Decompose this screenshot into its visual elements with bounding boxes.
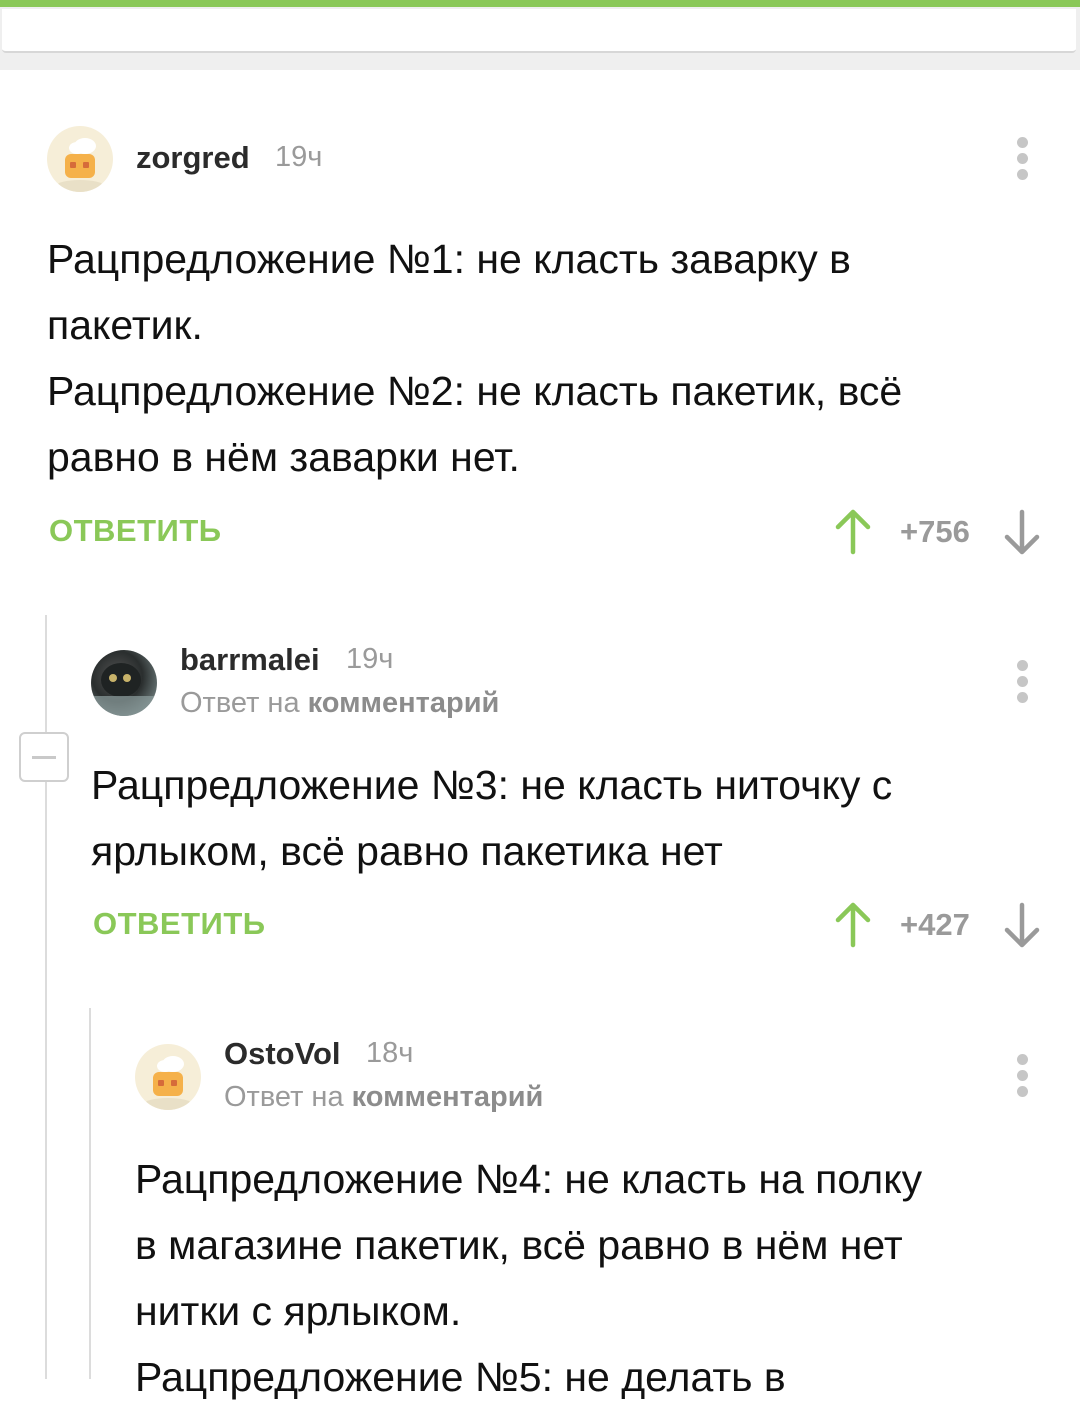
top-header-bar bbox=[0, 0, 1080, 70]
score: +427 bbox=[900, 907, 970, 942]
default-avatar-icon bbox=[144, 1056, 192, 1110]
accent-stripe bbox=[0, 0, 1080, 7]
header-card bbox=[2, 9, 1076, 53]
user-photo-avatar-icon bbox=[91, 663, 157, 716]
downvote-arrow-icon[interactable] bbox=[1002, 901, 1042, 949]
comment-text: Рацпредложение №4: не класть на полку в … bbox=[135, 1156, 923, 1400]
reply-to-prefix: Ответ на bbox=[224, 1081, 344, 1113]
comment-text: Рацпредложение №1: не класть заварку в п… bbox=[47, 236, 903, 480]
avatar[interactable] bbox=[47, 126, 113, 192]
collapse-thread-button[interactable] bbox=[19, 732, 69, 782]
username[interactable]: barrmalei bbox=[180, 642, 320, 678]
thread-line bbox=[45, 615, 47, 1379]
score: +756 bbox=[900, 514, 970, 549]
more-options-icon[interactable] bbox=[1015, 137, 1029, 181]
default-avatar-icon bbox=[56, 138, 104, 192]
more-options-icon[interactable] bbox=[1015, 1054, 1029, 1098]
thread-line bbox=[89, 1008, 91, 1379]
comment-time: 19ч bbox=[346, 643, 394, 675]
comment-time: 19ч bbox=[275, 141, 323, 173]
username[interactable]: OstoVol bbox=[224, 1036, 341, 1072]
more-options-icon[interactable] bbox=[1015, 660, 1029, 704]
reply-to-line: Ответ на комментарий bbox=[224, 1081, 543, 1114]
avatar[interactable] bbox=[135, 1044, 201, 1110]
comment-time: 18ч bbox=[366, 1037, 414, 1069]
upvote-arrow-icon[interactable] bbox=[833, 901, 873, 949]
upvote-arrow-icon[interactable] bbox=[833, 508, 873, 556]
reply-to-prefix: Ответ на bbox=[180, 687, 300, 719]
username[interactable]: zorgred bbox=[136, 140, 250, 176]
reply-button[interactable]: ОТВЕТИТЬ bbox=[49, 513, 222, 549]
reply-to-line: Ответ на комментарий bbox=[180, 687, 499, 720]
comment-text: Рацпредложение №3: не класть ниточку с я… bbox=[91, 762, 893, 874]
downvote-arrow-icon[interactable] bbox=[1002, 508, 1042, 556]
reply-button[interactable]: ОТВЕТИТЬ bbox=[93, 906, 266, 942]
avatar[interactable] bbox=[91, 650, 157, 716]
parent-comment-link[interactable]: комментарий bbox=[308, 687, 500, 719]
parent-comment-link[interactable]: комментарий bbox=[352, 1081, 544, 1113]
